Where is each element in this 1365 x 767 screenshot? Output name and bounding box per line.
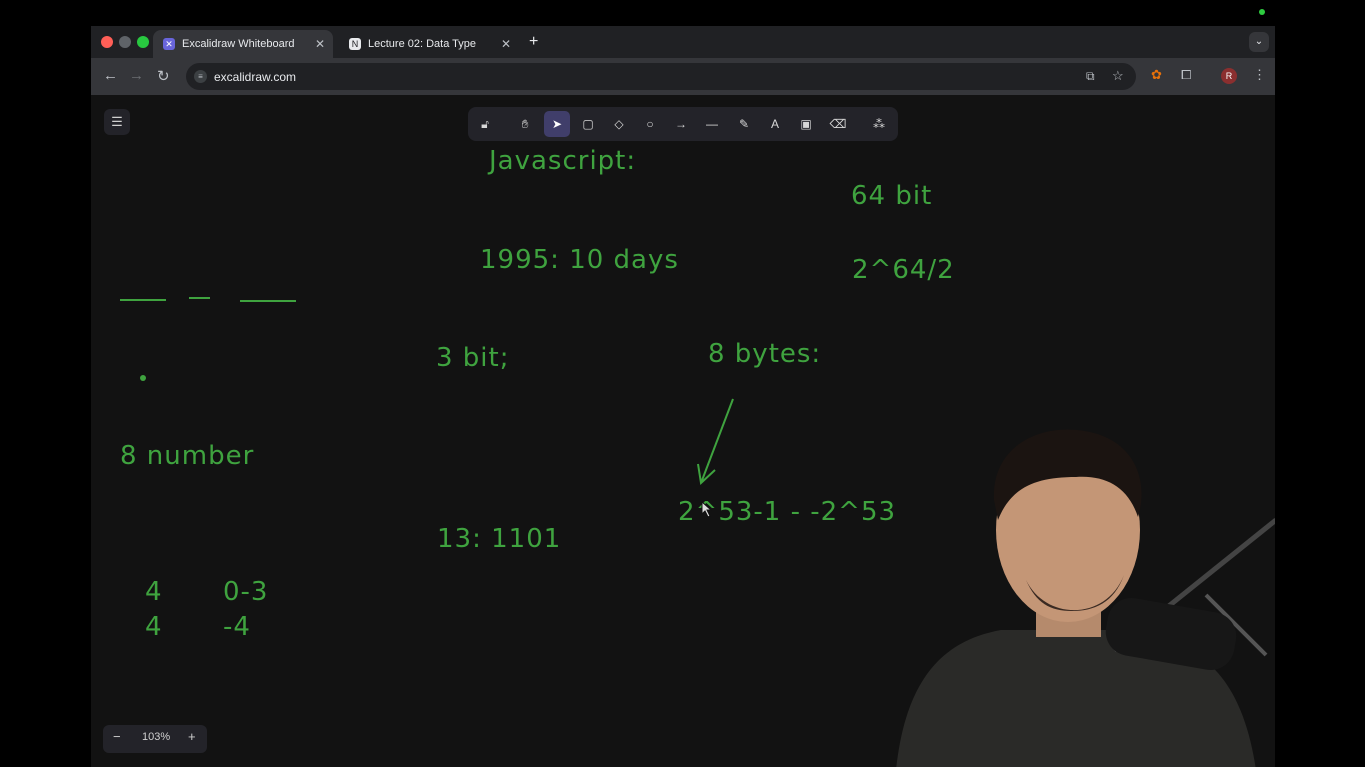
excalidraw-favicon-icon: ✕ xyxy=(163,38,175,50)
note-four-1[interactable]: 4 xyxy=(145,577,163,607)
browser-toolbar: ← → ↻ ≡ excalidraw.com ⧉ ☆ ✿ ⧠ R ⋮ xyxy=(91,58,1275,95)
note-four-2[interactable]: 4 xyxy=(145,612,163,642)
note-1995[interactable]: 1995: 10 days xyxy=(480,245,679,275)
note-3-bit[interactable]: 3 bit; xyxy=(436,343,510,373)
note-neg-4[interactable]: -4 xyxy=(223,612,251,642)
recording-indicator-icon xyxy=(1259,9,1265,15)
bookmark-star-icon[interactable]: ☆ xyxy=(1112,68,1124,84)
reload-button[interactable]: ↻ xyxy=(157,67,170,85)
eraser-tool-icon[interactable]: ⌫ xyxy=(825,111,851,137)
rectangle-tool-icon[interactable]: ▢ xyxy=(575,111,601,137)
maximize-window-button[interactable] xyxy=(137,36,149,48)
close-window-button[interactable] xyxy=(101,36,113,48)
line-tool-icon[interactable]: — xyxy=(699,111,725,137)
tab-title: Lecture 02: Data Type xyxy=(368,38,477,50)
extensions-puzzle-icon[interactable]: ⧠ xyxy=(1181,67,1191,83)
tab-bar: ✕ Excalidraw Whiteboard ✕ N Lecture 02: … xyxy=(91,26,1275,58)
draw-tool-icon[interactable]: ✎ xyxy=(731,111,757,137)
note-range-0-3[interactable]: 0-3 xyxy=(223,577,268,607)
presenter-webcam xyxy=(896,429,1275,767)
profile-avatar[interactable]: R xyxy=(1221,68,1237,84)
notion-favicon-icon: N xyxy=(349,38,361,50)
note-range[interactable]: 2^53-1 - -2^53 xyxy=(678,497,896,527)
ellipse-tool-icon[interactable]: ○ xyxy=(637,111,663,137)
install-app-icon[interactable]: ⧉ xyxy=(1086,69,1095,84)
excalidraw-toolbar: 🔓︎ ✋︎ ➤ ▢ ◇ ○ → — ✎ A ▣ ⌫ ⁂ xyxy=(468,107,898,141)
note-8-number[interactable]: 8 number xyxy=(120,441,254,471)
url-text: excalidraw.com xyxy=(214,70,297,84)
extension-icon[interactable]: ✿ xyxy=(1151,67,1162,83)
forward-button[interactable]: → xyxy=(129,67,144,84)
new-tab-button[interactable]: + xyxy=(529,33,538,51)
lock-tool-icon[interactable]: 🔓︎ xyxy=(472,111,498,137)
arrow-shaft xyxy=(700,398,734,484)
zoom-in-button[interactable]: + xyxy=(188,729,196,744)
diamond-tool-icon[interactable]: ◇ xyxy=(606,111,632,137)
excalidraw-canvas[interactable]: ☰ 🔓︎ ✋︎ ➤ ▢ ◇ ○ → — ✎ A ▣ ⌫ ⁂ Javascript… xyxy=(91,95,1275,767)
note-64-bit[interactable]: 64 bit xyxy=(851,181,932,211)
tab-search-button[interactable]: ⌄ xyxy=(1249,32,1269,52)
image-tool-icon[interactable]: ▣ xyxy=(793,111,819,137)
note-8-bytes[interactable]: 8 bytes: xyxy=(708,339,821,369)
address-bar[interactable]: ≡ excalidraw.com ⧉ ☆ xyxy=(186,63,1136,90)
zoom-level[interactable]: 103% xyxy=(142,731,170,743)
site-info-icon[interactable]: ≡ xyxy=(194,70,207,83)
minimize-window-button[interactable] xyxy=(119,36,131,48)
tab-title: Excalidraw Whiteboard xyxy=(182,38,295,50)
arrow-head xyxy=(697,463,716,486)
zoom-control: − 103% + xyxy=(103,725,207,753)
dot-mark xyxy=(140,375,146,381)
close-tab-icon[interactable]: ✕ xyxy=(315,37,325,51)
browser-window: ✕ Excalidraw Whiteboard ✕ N Lecture 02: … xyxy=(91,26,1275,767)
note-2-pow-64[interactable]: 2^64/2 xyxy=(852,255,955,285)
more-tools-icon[interactable]: ⁂ xyxy=(866,111,892,137)
tab-lecture[interactable]: N Lecture 02: Data Type ✕ xyxy=(339,30,519,58)
note-13-binary[interactable]: 13: 1101 xyxy=(437,524,561,554)
tab-excalidraw[interactable]: ✕ Excalidraw Whiteboard ✕ xyxy=(153,30,333,58)
back-button[interactable]: ← xyxy=(103,67,118,84)
close-tab-icon[interactable]: ✕ xyxy=(501,37,511,51)
hand-tool-icon[interactable]: ✋︎ xyxy=(512,111,538,137)
selection-tool-icon[interactable]: ➤ xyxy=(544,111,570,137)
arrow-tool-icon[interactable]: → xyxy=(668,111,694,137)
zoom-out-button[interactable]: − xyxy=(113,729,121,744)
hamburger-menu-icon[interactable]: ☰ xyxy=(104,109,130,135)
note-javascript[interactable]: Javascript: xyxy=(489,146,636,176)
more-menu-icon[interactable]: ⋮ xyxy=(1253,67,1266,83)
text-tool-icon[interactable]: A xyxy=(762,111,788,137)
